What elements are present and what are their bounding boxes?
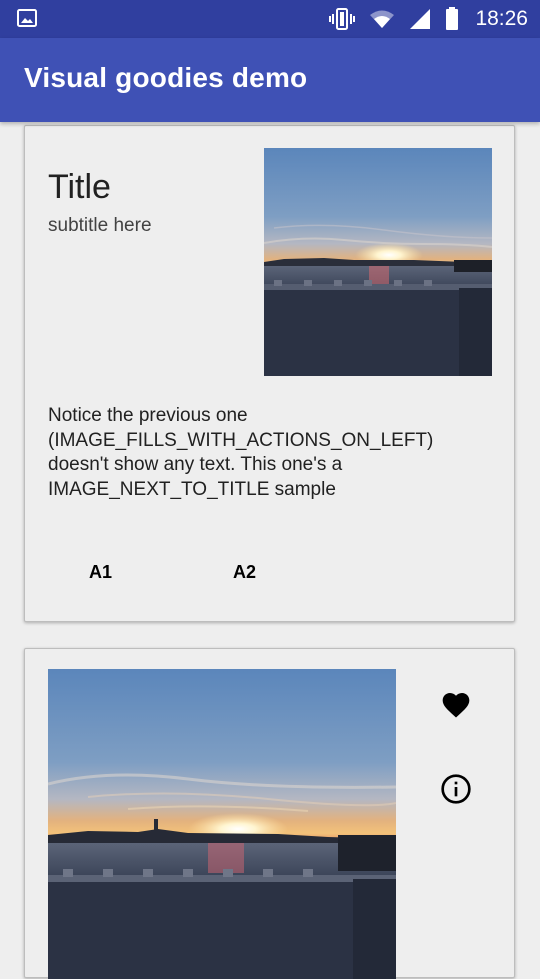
vibrate-icon	[329, 8, 356, 30]
status-bar: 18:26	[0, 0, 540, 38]
heart-icon[interactable]	[440, 689, 472, 721]
signal-icon	[410, 9, 431, 29]
image-icon	[17, 9, 37, 27]
app-bar: Visual goodies demo	[0, 38, 540, 122]
card-body-text: Notice the previous one (IMAGE_FILLS_WIT…	[48, 405, 434, 500]
action-button-a2[interactable]: A2	[233, 562, 256, 583]
card-image-next-to-title[interactable]: Title subtitle here Notice the previous …	[24, 125, 515, 622]
wifi-icon	[370, 10, 395, 28]
sunset-image	[48, 669, 396, 979]
card-title: Title	[48, 168, 111, 206]
card-image-with-actions[interactable]	[24, 648, 515, 979]
card-subtitle: subtitle here	[48, 215, 152, 236]
status-time: 18:26	[475, 7, 528, 30]
battery-icon	[446, 7, 459, 30]
info-icon[interactable]	[440, 773, 472, 805]
app-title: Visual goodies demo	[24, 62, 308, 93]
status-icons: 18:26	[329, 0, 528, 38]
action-button-a1[interactable]: A1	[89, 562, 112, 583]
sunset-thumbnail-image	[264, 148, 492, 376]
